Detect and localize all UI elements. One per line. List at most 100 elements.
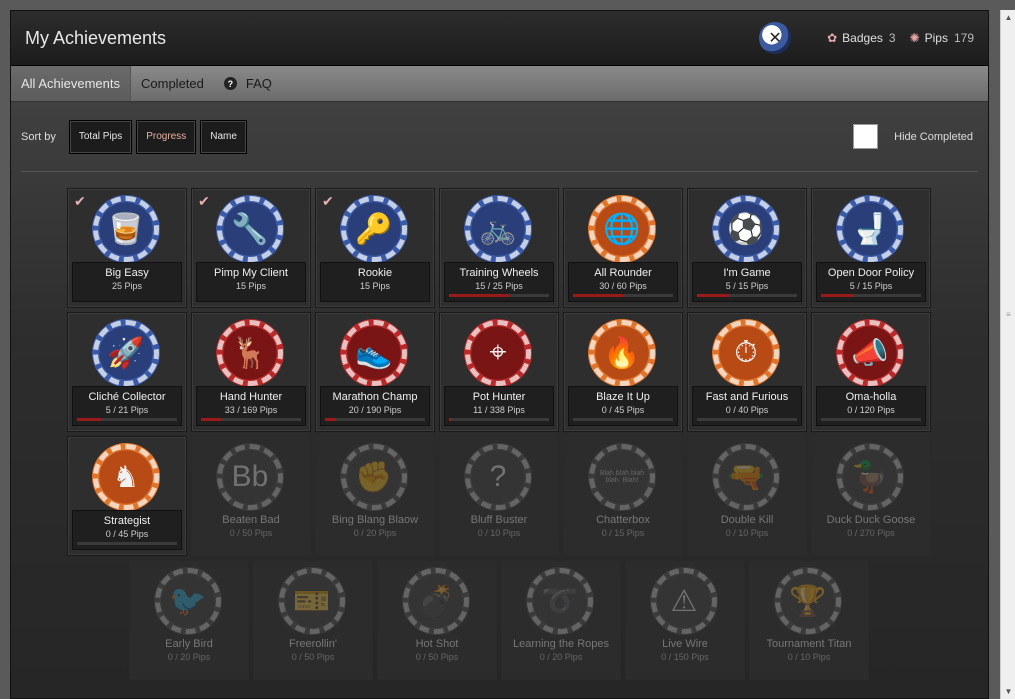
achievement-pips: 0 / 50 Pips [415, 652, 459, 662]
achievement-card[interactable]: 🦆 Duck Duck Goose 0 / 270 Pips [811, 436, 931, 556]
achievements-window: My Achievements ✕ ✿ Badges 3 ✺ Pips 179 … [10, 10, 989, 699]
achievement-card[interactable]: ✊ Bing Blang Blaow 0 / 20 Pips [315, 436, 435, 556]
megaphone-icon: 📣 [836, 319, 904, 387]
achievement-name: Pot Hunter [472, 391, 526, 403]
speech-bubble-icon: Blah blah blah blah. Blah! [588, 443, 656, 511]
profile-tools-icon[interactable]: ✕ [759, 22, 792, 54]
scroll-grip-icon[interactable]: ≡ [1003, 310, 1014, 322]
achievement-name: I'm Game [723, 267, 771, 279]
achievement-card[interactable]: 🌐 All Rounder 30 / 60 Pips [563, 188, 683, 308]
progress-fill [449, 418, 452, 421]
achievement-pips: 0 / 20 Pips [539, 652, 583, 662]
achievement-card[interactable]: ⌖ Pot Hunter 11 / 338 Pips [439, 312, 559, 432]
poker-chip-badge: ♞ [93, 444, 159, 510]
progress-bar [697, 294, 797, 297]
progress-bar [77, 418, 177, 421]
sort-total-pips-button[interactable]: Total Pips [68, 119, 133, 154]
achievement-card[interactable]: ➰ Learning the Ropes 0 / 20 Pips [501, 560, 621, 680]
achievement-card[interactable]: ✔ 🥃 Big Easy 25 Pips [67, 188, 187, 308]
checkmark-icon: ✔ [322, 193, 334, 209]
achievement-card[interactable]: ⏱ Fast and Furious 0 / 40 Pips [687, 312, 807, 432]
tab-completed[interactable]: Completed [131, 66, 214, 101]
tab-faq-label: FAQ [245, 76, 272, 91]
achievement-name: Fast and Furious [705, 391, 789, 403]
achievement-name: Big Easy [105, 267, 149, 279]
achievement-card[interactable]: 💣 Hot Shot 0 / 50 Pips [377, 560, 497, 680]
achievement-info: Live Wire 0 / 150 Pips [630, 634, 740, 674]
achievement-card[interactable]: 🔥 Blaze It Up 0 / 45 Pips [563, 312, 683, 432]
achievement-info: Rookie 15 Pips [320, 262, 430, 302]
achievement-card[interactable]: Blah blah blah blah. Blah! Chatterbox 0 / … [563, 436, 683, 556]
poker-chip-badge: 🐦 [155, 568, 221, 634]
duck-icon: 🦆 [836, 443, 904, 511]
poker-chip-badge: Blah blah blah blah. Blah! [589, 444, 655, 510]
achievement-info: Strategist 0 / 45 Pips [72, 510, 182, 550]
achievement-card[interactable]: ⚠ Live Wire 0 / 150 Pips [625, 560, 745, 680]
achievement-info: Bluff Buster 0 / 10 Pips [444, 510, 554, 550]
achievement-pips: 11 / 338 Pips [473, 405, 525, 415]
achievement-card[interactable]: 🐦 Early Bird 0 / 20 Pips [129, 560, 249, 680]
achievement-name: Freerollin' [289, 638, 337, 650]
crosshair-icon: ⌖ [464, 319, 532, 387]
achievement-card[interactable]: 🚀 Cliché Collector 5 / 21 Pips [67, 312, 187, 432]
achievement-card[interactable]: 🎫 Freerollin' 0 / 50 Pips [253, 560, 373, 680]
sort-name-button[interactable]: Name [200, 119, 247, 154]
progress-bar [449, 294, 549, 297]
badges-count: 3 [888, 31, 896, 45]
achievement-card[interactable]: 👟 Marathon Champ 20 / 190 Pips [315, 312, 435, 432]
sort-progress-button[interactable]: Progress [136, 119, 197, 154]
hide-completed-checkbox[interactable] [853, 124, 879, 149]
achievement-pips: 0 / 50 Pips [229, 528, 273, 538]
achievement-info: I'm Game 5 / 15 Pips [692, 262, 802, 302]
poker-chip-badge: ✊ [341, 444, 407, 510]
poker-chip-badge: 🔑 [341, 196, 407, 262]
achievement-pips: 0 / 120 Pips [847, 405, 895, 415]
question-card-icon: ? [464, 443, 532, 511]
achievement-name: Duck Duck Goose [826, 514, 916, 526]
header-bar: My Achievements ✕ ✿ Badges 3 ✺ Pips 179 [11, 11, 988, 66]
achievement-card[interactable]: 🚽 Open Door Policy 5 / 15 Pips [811, 188, 931, 308]
achievement-pips: 15 Pips [359, 281, 391, 291]
achievement-info: Pimp My Client 15 Pips [196, 262, 306, 302]
achievement-card[interactable]: ? Bluff Buster 0 / 10 Pips [439, 436, 559, 556]
achievement-card[interactable]: Bb Beaten Bad 0 / 50 Pips [191, 436, 311, 556]
scroll-up-icon[interactable]: ▲ [1001, 10, 1015, 25]
fire-icon: 🔥 [588, 319, 656, 387]
achievement-info: Blaze It Up 0 / 45 Pips [568, 386, 678, 426]
achievement-info: Tournament Titan 0 / 10 Pips [754, 634, 864, 674]
achievement-pips: 30 / 60 Pips [599, 281, 647, 291]
scroll-down-icon[interactable]: ▼ [1001, 684, 1015, 699]
achievement-card[interactable]: ✔ 🔑 Rookie 15 Pips [315, 188, 435, 308]
tab-all-achievements[interactable]: All Achievements [11, 66, 131, 101]
sneaker-icon: 👟 [340, 319, 408, 387]
sort-bar: Sort by Total Pips Progress Name Hide Co… [21, 102, 978, 172]
achievement-card[interactable]: 🏆 Tournament Titan 0 / 10 Pips [749, 560, 869, 680]
achievement-card[interactable]: 📣 Oma-holla 0 / 120 Pips [811, 312, 931, 432]
poker-chip-badge: 💣 [403, 568, 469, 634]
poker-chip-badge: 🎫 [279, 568, 345, 634]
achievement-info: All Rounder 30 / 60 Pips [568, 262, 678, 302]
progress-fill [77, 418, 101, 421]
chip-icon: ✿ [827, 31, 838, 45]
achievement-card[interactable]: 🚲 Training Wheels 15 / 25 Pips [439, 188, 559, 308]
warning-bolt-icon: ⚠ [650, 567, 718, 635]
rope-knot-icon: ➰ [526, 567, 594, 635]
poker-chip-badge: 🌐 [589, 196, 655, 262]
achievement-name: Double Kill [720, 514, 774, 526]
poker-chip-badge: 📣 [837, 320, 903, 386]
achievement-card[interactable]: 🦌 Hand Hunter 33 / 169 Pips [191, 312, 311, 432]
trophy-icon: 🏆 [774, 567, 842, 635]
achievement-card[interactable]: ♞ Strategist 0 / 45 Pips [67, 436, 187, 556]
vertical-scrollbar[interactable]: ▲ ≡ ▼ [1000, 10, 1015, 699]
achievement-pips: 0 / 45 Pips [105, 529, 149, 539]
achievement-card[interactable]: ⚽ I'm Game 5 / 15 Pips [687, 188, 807, 308]
progress-bar [821, 294, 921, 297]
tab-faq[interactable]: ? FAQ [214, 66, 282, 101]
achievement-card[interactable]: 🔫 Double Kill 0 / 10 Pips [687, 436, 807, 556]
poker-chip-badge: 🔫 [713, 444, 779, 510]
achievement-card[interactable]: ✔ 🔧 Pimp My Client 15 Pips [191, 188, 311, 308]
main-content: Sort by Total Pips Progress Name Hide Co… [11, 102, 988, 698]
progress-bar [821, 418, 921, 421]
glass-cigar-icon: 🥃 [92, 195, 160, 263]
achievement-name: Cliché Collector [88, 391, 166, 403]
